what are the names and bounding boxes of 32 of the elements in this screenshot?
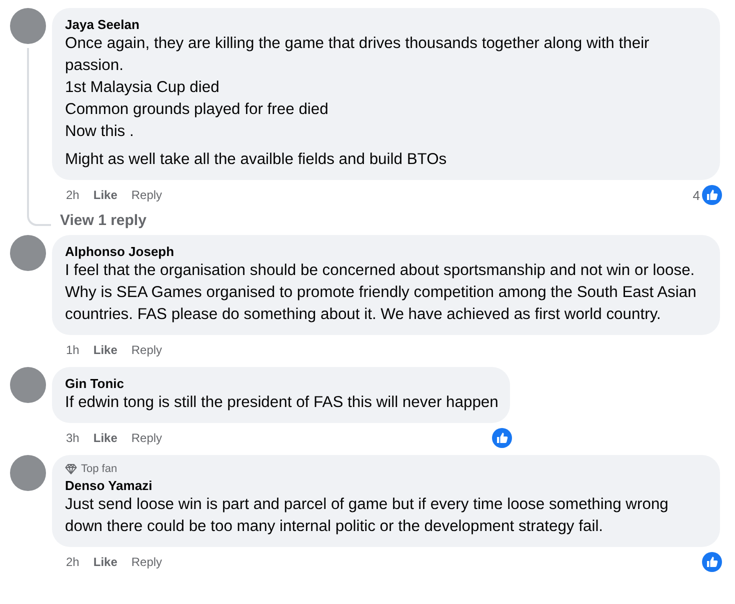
avatar-placeholder[interactable] <box>10 235 46 271</box>
author-name[interactable]: Alphonso Joseph <box>65 243 708 260</box>
reply-link[interactable]: Reply <box>131 431 162 445</box>
reply-link[interactable]: Reply <box>131 555 162 569</box>
like-link[interactable]: Like <box>93 188 118 202</box>
comment-text: Might as well take all the availble fields and build BTOs <box>65 150 448 170</box>
like-link[interactable]: Like <box>93 431 118 445</box>
like-link[interactable]: Like <box>93 555 118 569</box>
reply-link[interactable]: Reply <box>131 343 162 357</box>
timestamp[interactable]: 2h <box>66 188 80 202</box>
timestamp[interactable]: 2h <box>66 555 80 569</box>
like-link[interactable]: Like <box>93 343 118 357</box>
view-replies-link[interactable]: View 1 reply <box>52 206 720 229</box>
reply-link[interactable]: Reply <box>131 188 162 202</box>
thumbs-up-icon[interactable] <box>702 185 722 205</box>
avatar-placeholder[interactable] <box>10 367 46 403</box>
comment-text: If edwin tong is still the president of FAS this will never happen <box>65 393 498 413</box>
thumbs-up-icon[interactable] <box>492 428 512 448</box>
timestamp[interactable]: 3h <box>66 431 80 445</box>
thumbs-up-icon[interactable] <box>702 552 722 572</box>
diamond-icon <box>65 463 77 475</box>
comment-text: Just send loose win is part and parcel of game but if every time loose something wrong down there could be too many internal politic or the development strategy fail. <box>65 495 670 537</box>
top-fan-label: Top fan <box>81 463 118 475</box>
avatar-placeholder[interactable] <box>10 455 46 491</box>
author-name[interactable]: Gin Tonic <box>65 375 498 392</box>
author-name[interactable]: Denso Yamazi <box>65 477 708 494</box>
timestamp[interactable]: 1h <box>66 343 80 357</box>
comment-text: Once again, they are killing the game that drives thousands together along with their passion. 1st Malaysia Cup died Common grounds played for free died Now this . <box>65 34 650 142</box>
reaction-count[interactable]: 4 <box>692 188 700 202</box>
avatar-placeholder[interactable] <box>10 8 46 44</box>
comment-text: I feel that the organisation should be concerned about sportsmanship and not win or loose. Why is SEA Games organised to promote friendly competition among the South East Asian countries. FAS please do something about it. We have achieved as first world country. <box>65 261 698 325</box>
author-name[interactable]: Jaya Seelan <box>65 16 708 33</box>
